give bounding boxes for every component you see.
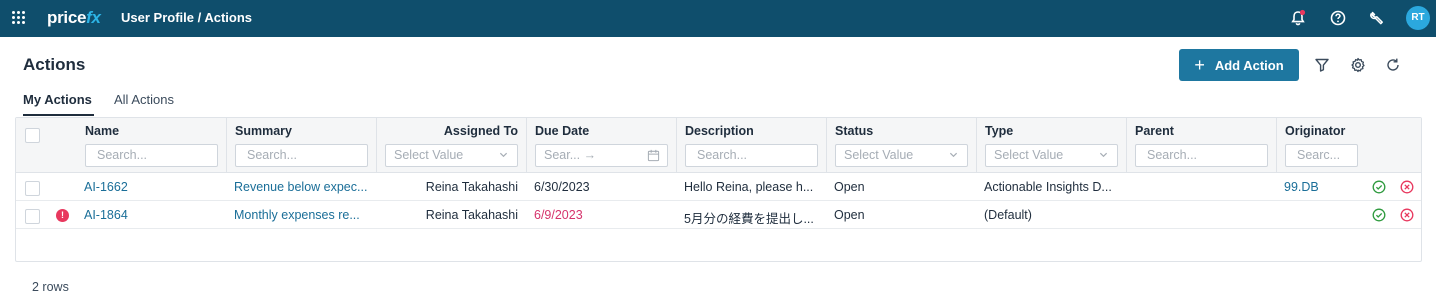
approve-icon[interactable] bbox=[1372, 208, 1386, 222]
row-checkbox[interactable] bbox=[25, 209, 40, 224]
column-divider bbox=[376, 118, 377, 173]
top-bar: pricefx User Profile / Actions RT bbox=[0, 0, 1436, 37]
name-filter-input[interactable]: Search... bbox=[85, 144, 218, 167]
column-divider bbox=[826, 118, 827, 173]
description-cell: 5月分の経費を提出し... bbox=[684, 212, 814, 226]
column-header-name[interactable]: Name bbox=[85, 124, 119, 138]
type-cell: (Default) bbox=[984, 208, 1032, 222]
status-cell: Open bbox=[834, 180, 865, 194]
type-filter-select[interactable]: Select Value bbox=[985, 144, 1118, 167]
description-filter-input[interactable]: Search... bbox=[685, 144, 818, 167]
row-checkbox[interactable] bbox=[25, 181, 40, 196]
type-cell: Actionable Insights D... bbox=[984, 180, 1112, 194]
column-header-parent[interactable]: Parent bbox=[1135, 124, 1174, 138]
column-divider bbox=[1276, 118, 1277, 173]
reject-icon[interactable] bbox=[1400, 208, 1414, 222]
calendar-icon bbox=[647, 149, 660, 162]
filter-icon[interactable] bbox=[1313, 56, 1331, 74]
column-divider bbox=[526, 118, 527, 173]
add-action-label: Add Action bbox=[1214, 57, 1284, 73]
plus-icon: + bbox=[1194, 55, 1205, 75]
tab-all-actions[interactable]: All Actions bbox=[114, 92, 174, 107]
assigned-to-cell: Reina Takahashi bbox=[425, 208, 518, 222]
originator-filter-input[interactable]: Searc... bbox=[1285, 144, 1358, 167]
status-cell: Open bbox=[834, 208, 865, 222]
due-date-filter-input[interactable]: Sear... → bbox=[535, 144, 668, 167]
table-row[interactable]: ! AI-1864 Monthly expenses re... Reina T… bbox=[16, 201, 1421, 229]
table-row[interactable]: AI-1662 Revenue below expec... Reina Tak… bbox=[16, 173, 1421, 201]
status-filter-select[interactable]: Select Value bbox=[835, 144, 968, 167]
actions-grid: Name Summary Assigned To Due Date Descri… bbox=[15, 117, 1422, 262]
parent-filter-input[interactable]: Search... bbox=[1135, 144, 1268, 167]
column-header-originator[interactable]: Originator bbox=[1285, 124, 1345, 138]
help-icon[interactable] bbox=[1328, 8, 1348, 28]
breadcrumb: User Profile / Actions bbox=[121, 10, 252, 25]
reject-icon[interactable] bbox=[1400, 180, 1414, 194]
add-action-button[interactable]: + Add Action bbox=[1179, 49, 1299, 81]
assigned-to-cell: Reina Takahashi bbox=[425, 180, 518, 194]
action-name-link[interactable]: AI-1662 bbox=[84, 180, 128, 194]
summary-link[interactable]: Monthly expenses re... bbox=[234, 208, 360, 222]
description-cell: Hello Reina, please h... bbox=[684, 180, 814, 194]
chevron-down-icon bbox=[499, 152, 508, 158]
column-divider bbox=[676, 118, 677, 173]
refresh-icon[interactable] bbox=[1384, 56, 1402, 74]
page-title: Actions bbox=[23, 55, 86, 74]
column-divider bbox=[226, 118, 227, 173]
column-divider bbox=[976, 118, 977, 173]
originator-link[interactable]: 99.DB bbox=[1284, 180, 1319, 194]
overdue-warning-icon: ! bbox=[56, 209, 69, 222]
row-count: 2 rows bbox=[32, 280, 69, 294]
action-name-link[interactable]: AI-1864 bbox=[84, 208, 128, 222]
chevron-down-icon bbox=[949, 152, 958, 158]
column-header-due-date[interactable]: Due Date bbox=[535, 124, 589, 138]
column-header-type[interactable]: Type bbox=[985, 124, 1013, 138]
column-header-status[interactable]: Status bbox=[835, 124, 873, 138]
due-date-cell: 6/9/2023 bbox=[534, 208, 583, 222]
column-header-summary[interactable]: Summary bbox=[235, 124, 292, 138]
notification-bell-icon[interactable] bbox=[1288, 8, 1308, 28]
chevron-down-icon bbox=[1099, 152, 1108, 158]
tools-icon[interactable] bbox=[1367, 8, 1387, 28]
settings-icon[interactable] bbox=[1349, 56, 1367, 74]
approve-icon[interactable] bbox=[1372, 180, 1386, 194]
column-divider bbox=[1126, 118, 1127, 173]
select-all-checkbox[interactable] bbox=[25, 128, 40, 143]
column-header-description[interactable]: Description bbox=[685, 124, 754, 138]
apps-grid-icon[interactable] bbox=[12, 11, 26, 25]
summary-filter-input[interactable]: Search... bbox=[235, 144, 368, 167]
due-date-cell: 6/30/2023 bbox=[534, 180, 590, 194]
user-avatar[interactable]: RT bbox=[1406, 6, 1430, 30]
summary-link[interactable]: Revenue below expec... bbox=[234, 180, 367, 194]
assigned-to-filter-select[interactable]: Select Value bbox=[385, 144, 518, 167]
grid-header: Name Summary Assigned To Due Date Descri… bbox=[16, 118, 1421, 173]
tab-my-actions[interactable]: My Actions bbox=[23, 92, 92, 107]
pricefx-logo[interactable]: pricefx bbox=[47, 8, 101, 28]
active-tab-indicator bbox=[23, 114, 94, 116]
column-header-assigned-to[interactable]: Assigned To bbox=[385, 124, 518, 138]
